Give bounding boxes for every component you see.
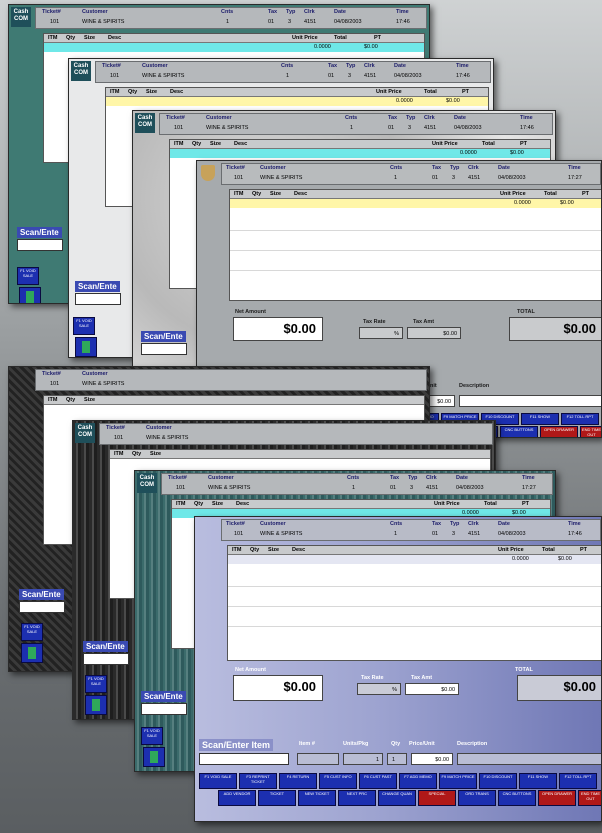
ticket-header: Ticket# Customer Cnts Tax Typ Clrk Date … <box>161 473 553 495</box>
description-field[interactable] <box>459 395 601 407</box>
exit-button[interactable] <box>19 287 41 303</box>
scan-label: Scan/Ente <box>83 641 128 652</box>
total-value: $0.00 <box>517 675 601 701</box>
app-logo: Cash COM <box>137 473 157 493</box>
function-key-bottom[interactable]: OPEN DRAWER <box>540 426 578 437</box>
app-logo: Cash COM <box>11 7 31 27</box>
scan-input[interactable] <box>75 293 121 305</box>
app-logo: Cash COM <box>135 113 155 133</box>
net-amount-value: $0.00 <box>233 317 323 341</box>
exit-button[interactable] <box>21 643 43 663</box>
shield-icon <box>201 165 215 181</box>
ticket-header: Ticket# Customer Cnts Tax Typ Clrk Date … <box>95 61 491 83</box>
function-key-bar: F1 VOID SALEF3 REPRINT TICKETF4 RETURNF5… <box>199 773 601 807</box>
scan-label: Scan/Ente <box>19 589 64 600</box>
function-key-bottom[interactable]: ORD TRANS <box>458 790 496 806</box>
tax-amt-field: $0.00 <box>405 683 459 695</box>
ticket-header: Ticket# Customer 101 WINE & SPIRITS <box>35 369 427 391</box>
app-logo: Cash COM <box>71 61 91 81</box>
function-key-top[interactable]: F11 SHOW <box>519 773 557 789</box>
void-sale-button[interactable]: F1 VOID SALE <box>17 267 39 285</box>
function-key-top[interactable]: F3 REPRINT TICKET <box>239 773 277 789</box>
void-sale-button[interactable]: F1 VOID SALE <box>85 675 107 693</box>
exit-button[interactable] <box>143 747 165 767</box>
description-field[interactable] <box>457 753 601 765</box>
scan-input[interactable] <box>141 703 187 715</box>
total-value: $0.00 <box>509 317 601 341</box>
scan-label: Scan/Ente <box>141 331 186 342</box>
void-sale-button[interactable]: F1 VOID SALE <box>141 727 163 745</box>
ticket-header: Ticket# Customer 101 WINE & SPIRITS <box>99 423 493 445</box>
ticket-header: Ticket# Customer Cnts Tax Typ Clrk Date … <box>221 163 601 185</box>
function-key-top[interactable]: F12 TOLL RPT <box>561 413 599 425</box>
scan-label: Scan/Enter Item <box>199 739 274 751</box>
item-number-field[interactable] <box>297 753 339 765</box>
tax-rate-field: % <box>359 327 403 339</box>
scan-input[interactable] <box>141 343 187 355</box>
item-grid[interactable]: ITM Qty Size Desc Unit Price Total PT 0.… <box>229 189 601 301</box>
function-key-bottom[interactable]: TICKET <box>258 790 296 806</box>
function-key-bottom[interactable]: CHANGE QUAN <box>378 790 416 806</box>
function-key-bottom[interactable]: END TIME OUT <box>580 426 601 437</box>
void-sale-button[interactable]: F1 VOID SALE <box>73 317 95 335</box>
function-key-top[interactable]: F11 SHOW <box>521 413 559 425</box>
function-key-bottom[interactable]: CNC BUTTONS <box>498 790 536 806</box>
scan-label: Scan/Ente <box>17 227 62 238</box>
price-field[interactable]: $0.00 <box>411 753 453 765</box>
void-sale-button[interactable]: F1 VOID SALE <box>21 623 43 641</box>
function-key-bottom[interactable]: NEW TICKET <box>298 790 336 806</box>
qty-field[interactable]: 1 <box>387 753 407 765</box>
function-key-bottom[interactable]: SPECIAL <box>418 790 456 806</box>
scan-input[interactable] <box>19 601 65 613</box>
exit-button[interactable] <box>85 695 107 715</box>
scan-label: Scan/Ente <box>141 691 186 702</box>
scan-input[interactable] <box>17 239 63 251</box>
function-key-top[interactable]: F10 DISCOUNT <box>479 773 517 789</box>
item-grid[interactable]: ITM Qty Size Desc Unit Price Total PT 0.… <box>227 545 601 661</box>
ticket-header: Ticket# Customer Cnts Tax Typ Clrk Date … <box>159 113 553 135</box>
ticket-header: Ticket# Customer Cnts Tax Typ Clrk Date … <box>35 7 427 29</box>
app-logo: Cash COM <box>75 423 95 443</box>
scan-label: Scan/Ente <box>75 281 120 292</box>
function-key-top[interactable]: F12 TOLL RPT <box>559 773 597 789</box>
ticket-header: Ticket# Customer Cnts Tax Typ Clrk Date … <box>221 519 601 541</box>
function-key-bottom[interactable]: CNC BUTTONS <box>500 426 538 437</box>
net-amount-value: $0.00 <box>233 675 323 701</box>
scan-input[interactable] <box>199 753 289 765</box>
scan-input[interactable] <box>83 653 129 665</box>
function-key-top[interactable]: F7 ADD MEMO <box>399 773 437 789</box>
pos-window-blue: Ticket# Customer Cnts Tax Typ Clrk Date … <box>194 516 602 822</box>
function-key-top[interactable]: F4 RETURN <box>279 773 317 789</box>
function-key-bottom[interactable]: ADD VENDOR <box>218 790 256 806</box>
function-key-bottom[interactable]: NEXT PRC <box>338 790 376 806</box>
function-key-bottom[interactable]: OPEN DRAWER <box>538 790 576 806</box>
function-key-top[interactable]: F1 VOID SALE <box>199 773 237 789</box>
function-key-top[interactable]: F6 CUST PAST <box>359 773 397 789</box>
exit-button[interactable] <box>75 337 97 357</box>
function-key-bottom[interactable]: END TIME OUT <box>578 790 601 806</box>
units-field[interactable]: 1 <box>343 753 383 765</box>
tax-rate-field: % <box>357 683 401 695</box>
tax-amt-field: $0.00 <box>407 327 461 339</box>
function-key-top[interactable]: F5 CUST INFO <box>319 773 357 789</box>
function-key-top[interactable]: F9 MATCH PRICE <box>439 773 477 789</box>
